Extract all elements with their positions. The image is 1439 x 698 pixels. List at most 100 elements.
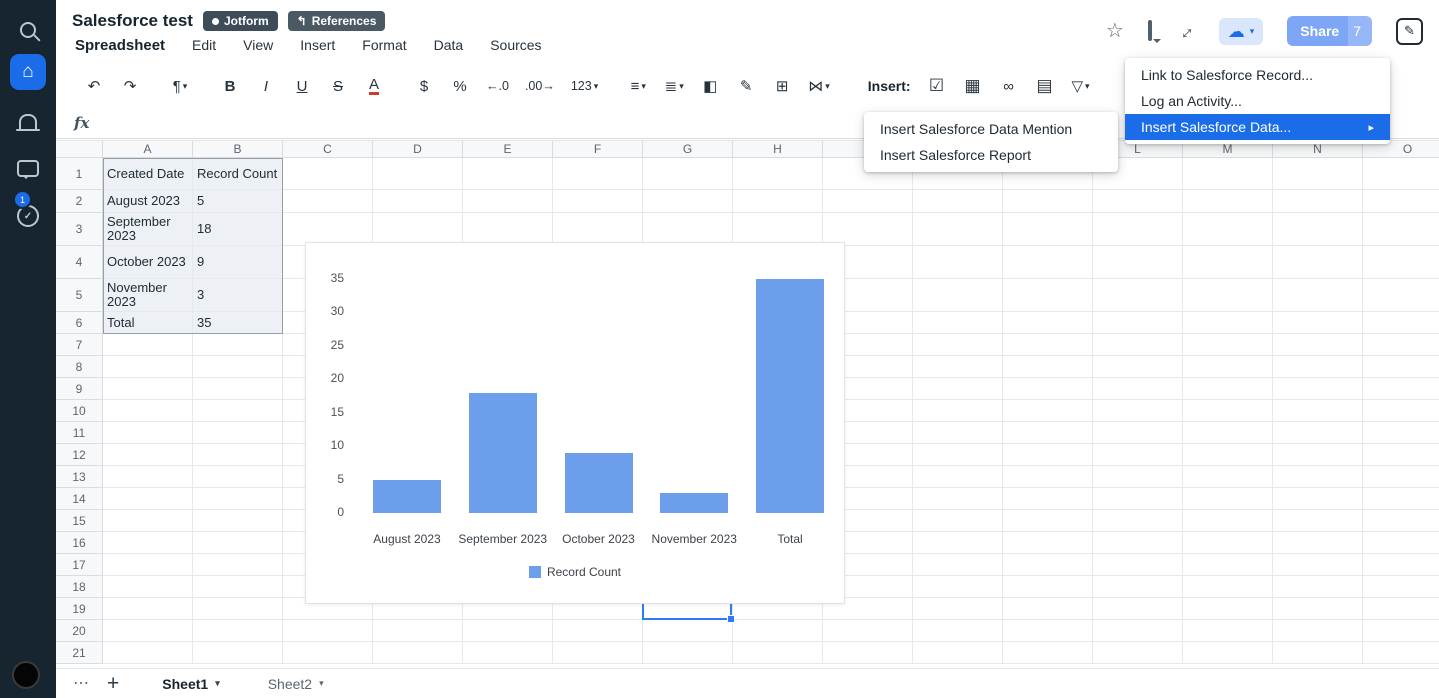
column-header-E[interactable]: E [463, 140, 553, 158]
menu-view[interactable]: View [243, 37, 273, 53]
cell-I20[interactable] [823, 620, 913, 642]
cell-M18[interactable] [1183, 576, 1273, 598]
text-wrap-button[interactable]: ≣▾ [664, 77, 684, 95]
cell-K7[interactable] [1003, 334, 1093, 356]
cell-N8[interactable] [1273, 356, 1363, 378]
cell-M5[interactable] [1183, 279, 1273, 312]
cell-O11[interactable] [1363, 422, 1439, 444]
cell-J15[interactable] [913, 510, 1003, 532]
menu-item-log-an-activity[interactable]: Log an Activity... [1125, 88, 1390, 114]
cell-F2[interactable] [553, 190, 643, 213]
cell-L10[interactable] [1093, 400, 1183, 422]
cell-J6[interactable] [913, 312, 1003, 334]
cell-A18[interactable] [103, 576, 193, 598]
menu-insert[interactable]: Insert [300, 37, 335, 53]
cell-J17[interactable] [913, 554, 1003, 576]
cell-N20[interactable] [1273, 620, 1363, 642]
cell-O1[interactable] [1363, 158, 1439, 190]
cell-B3[interactable]: 18 [193, 213, 283, 246]
cell-A8[interactable] [103, 356, 193, 378]
cell-N6[interactable] [1273, 312, 1363, 334]
row-header-20[interactable]: 20 [56, 620, 103, 642]
cell-O16[interactable] [1363, 532, 1439, 554]
cell-B10[interactable] [193, 400, 283, 422]
cell-K5[interactable] [1003, 279, 1093, 312]
cell-N2[interactable] [1273, 190, 1363, 213]
insert-link-button[interactable]: ∞ [999, 78, 1019, 95]
redo-button[interactable]: ↷ [120, 77, 140, 95]
cell-O18[interactable] [1363, 576, 1439, 598]
cell-L11[interactable] [1093, 422, 1183, 444]
cell-E21[interactable] [463, 642, 553, 664]
chat-button[interactable] [0, 150, 56, 186]
search-button[interactable] [0, 12, 56, 48]
cell-N3[interactable] [1273, 213, 1363, 246]
cell-B21[interactable] [193, 642, 283, 664]
menu-spreadsheet[interactable]: Spreadsheet [75, 37, 165, 54]
cell-A10[interactable] [103, 400, 193, 422]
cell-H21[interactable] [733, 642, 823, 664]
cell-M3[interactable] [1183, 213, 1273, 246]
cell-N12[interactable] [1273, 444, 1363, 466]
cell-N7[interactable] [1273, 334, 1363, 356]
cell-B13[interactable] [193, 466, 283, 488]
cell-M16[interactable] [1183, 532, 1273, 554]
cell-G21[interactable] [643, 642, 733, 664]
cell-M20[interactable] [1183, 620, 1273, 642]
row-header-6[interactable]: 6 [56, 312, 103, 334]
cell-C20[interactable] [283, 620, 373, 642]
cell-O15[interactable] [1363, 510, 1439, 532]
menu-format[interactable]: Format [362, 37, 406, 53]
cell-O19[interactable] [1363, 598, 1439, 620]
row-header-21[interactable]: 21 [56, 642, 103, 664]
row-header-15[interactable]: 15 [56, 510, 103, 532]
cell-J8[interactable] [913, 356, 1003, 378]
cell-B15[interactable] [193, 510, 283, 532]
cell-B7[interactable] [193, 334, 283, 356]
cell-K6[interactable] [1003, 312, 1093, 334]
cell-D20[interactable] [373, 620, 463, 642]
cell-B12[interactable] [193, 444, 283, 466]
row-header-8[interactable]: 8 [56, 356, 103, 378]
cell-M8[interactable] [1183, 356, 1273, 378]
column-header-G[interactable]: G [643, 140, 733, 158]
cell-N21[interactable] [1273, 642, 1363, 664]
references-badge[interactable]: ↰ References [288, 11, 386, 31]
cell-H1[interactable] [733, 158, 823, 190]
cell-O10[interactable] [1363, 400, 1439, 422]
selected-cell-outline[interactable] [642, 601, 732, 620]
cell-L13[interactable] [1093, 466, 1183, 488]
cell-L18[interactable] [1093, 576, 1183, 598]
cell-O8[interactable] [1363, 356, 1439, 378]
cell-L7[interactable] [1093, 334, 1183, 356]
jotform-badge[interactable]: Jotform [203, 11, 278, 31]
cell-J18[interactable] [913, 576, 1003, 598]
present-button[interactable]: ↔ [1176, 21, 1195, 41]
cell-N4[interactable] [1273, 246, 1363, 279]
cell-H3[interactable] [733, 213, 823, 246]
column-header-C[interactable]: C [283, 140, 373, 158]
column-header-D[interactable]: D [373, 140, 463, 158]
cell-A1[interactable]: Created Date [103, 158, 193, 190]
share-button[interactable]: Share 7 [1287, 16, 1372, 46]
cell-K11[interactable] [1003, 422, 1093, 444]
cell-I21[interactable] [823, 642, 913, 664]
cell-E20[interactable] [463, 620, 553, 642]
cell-I2[interactable] [823, 190, 913, 213]
cell-H20[interactable] [733, 620, 823, 642]
strikethrough-button[interactable]: S [328, 78, 348, 95]
cell-M6[interactable] [1183, 312, 1273, 334]
cell-M17[interactable] [1183, 554, 1273, 576]
cell-A4[interactable]: October 2023 [103, 246, 193, 279]
cell-K10[interactable] [1003, 400, 1093, 422]
cell-K15[interactable] [1003, 510, 1093, 532]
cell-J7[interactable] [913, 334, 1003, 356]
cell-J13[interactable] [913, 466, 1003, 488]
cell-J2[interactable] [913, 190, 1003, 213]
cell-O17[interactable] [1363, 554, 1439, 576]
cell-E2[interactable] [463, 190, 553, 213]
cell-O14[interactable] [1363, 488, 1439, 510]
cell-J11[interactable] [913, 422, 1003, 444]
column-header-F[interactable]: F [553, 140, 643, 158]
cell-O20[interactable] [1363, 620, 1439, 642]
